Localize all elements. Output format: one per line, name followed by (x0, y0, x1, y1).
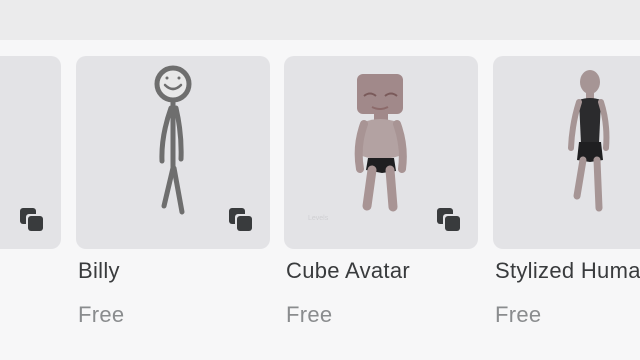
avatar-thumbnail[interactable] (493, 56, 640, 249)
avatar-card-stylized-human[interactable]: Stylized Human Free (493, 56, 640, 327)
item-price: Free (286, 302, 333, 327)
stylized-human-image (568, 70, 610, 212)
avatar-thumbnail[interactable] (76, 56, 270, 249)
bundle-icon (437, 208, 460, 231)
avatar-thumbnail[interactable] (0, 56, 61, 249)
avatar-card-billy[interactable]: Billy Free (76, 56, 270, 327)
avatar-carousel: Billy Free Levels Cube Avatar Free Styli… (0, 40, 640, 360)
avatar-card-partial[interactable] (0, 56, 61, 249)
item-name[interactable]: Stylized Human (495, 258, 640, 284)
item-name[interactable]: Cube Avatar (286, 258, 410, 284)
image-watermark: Levels (308, 215, 329, 222)
item-price: Free (495, 302, 542, 327)
top-bar (0, 0, 640, 40)
item-price: Free (78, 302, 125, 327)
bundle-icon (20, 208, 43, 231)
item-name[interactable]: Billy (78, 258, 120, 284)
avatar-card-cube-avatar[interactable]: Levels Cube Avatar Free (284, 56, 478, 327)
bundle-icon (229, 208, 252, 231)
avatar-thumbnail[interactable]: Levels (284, 56, 478, 249)
